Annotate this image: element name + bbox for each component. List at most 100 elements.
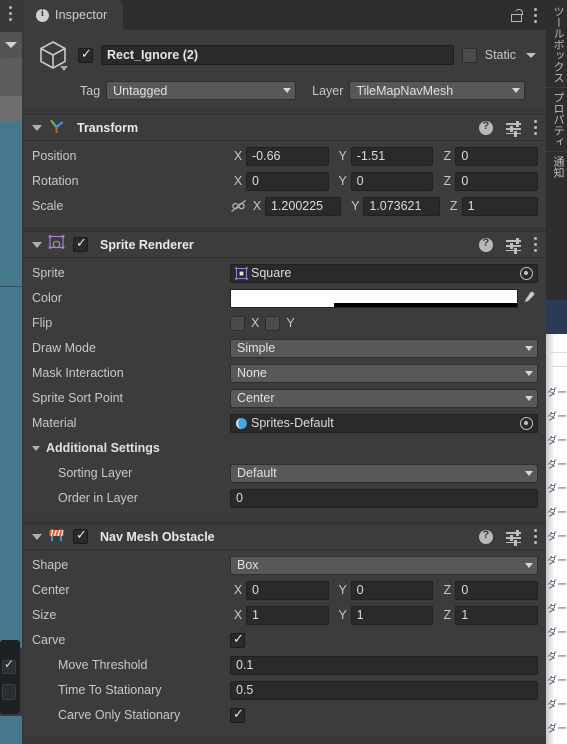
- position-x-input[interactable]: -0.66: [246, 146, 329, 166]
- left-floating-panel[interactable]: [0, 640, 20, 714]
- kebab-menu-icon[interactable]: [534, 237, 538, 252]
- center-z-input[interactable]: 0: [455, 580, 539, 600]
- sorting-layer-dropdown[interactable]: Default: [230, 463, 538, 483]
- tag-layer-row: Tag Untagged Layer TileMapNavMesh: [34, 81, 536, 100]
- component-nav-mesh-obstacle: Nav Mesh Obstacle Shape Box: [24, 523, 546, 736]
- order-in-layer-input[interactable]: 0: [230, 488, 538, 508]
- list-item[interactable]: ダー: [547, 480, 567, 495]
- row-sorting-layer: Sorting Layer Default: [32, 463, 538, 483]
- scene-view-edge[interactable]: [0, 122, 22, 648]
- scale-z-input[interactable]: 1: [461, 196, 538, 216]
- scale-y-input[interactable]: 1.073621: [363, 196, 440, 216]
- list-item[interactable]: ダー: [547, 552, 567, 567]
- list-item[interactable]: ダー: [547, 432, 567, 447]
- move-threshold-input[interactable]: 0.1: [230, 655, 538, 675]
- static-dropdown-caret-icon[interactable]: [526, 52, 536, 58]
- axis-y-label: Y: [338, 583, 347, 597]
- preset-settings-icon[interactable]: [506, 238, 521, 254]
- gameobject-name-input[interactable]: Rect_Ignore (2): [101, 45, 454, 65]
- row-position: Position X -0.66 Y -1.51 Z 0: [32, 146, 539, 166]
- list-item[interactable]: ダー: [547, 456, 567, 471]
- rotation-y-input[interactable]: 0: [350, 171, 434, 191]
- carve-only-stationary-checkbox[interactable]: [230, 706, 245, 723]
- object-picker-icon[interactable]: [520, 416, 533, 430]
- kebab-menu-icon[interactable]: [534, 7, 538, 23]
- list-item[interactable]: ダー: [547, 672, 567, 687]
- position-y-input[interactable]: -1.51: [350, 146, 434, 166]
- shape-dropdown[interactable]: Box: [230, 555, 538, 575]
- foldout-icon[interactable]: [32, 241, 42, 248]
- kebab-menu-icon[interactable]: [534, 120, 538, 135]
- kebab-menu-icon[interactable]: [534, 529, 538, 544]
- foldout-icon[interactable]: [32, 124, 42, 131]
- gameobject-enabled-checkbox[interactable]: [78, 46, 93, 63]
- vtab-properties[interactable]: プロパティ: [546, 87, 567, 151]
- sprite-thumb-icon: [235, 266, 248, 280]
- size-x-input[interactable]: 1: [246, 605, 329, 625]
- sprite-sort-point-dropdown[interactable]: Center: [230, 388, 538, 408]
- component-nav-mesh-obstacle-header[interactable]: Nav Mesh Obstacle: [24, 524, 546, 550]
- right-list-panel[interactable]: ダー ダー ダー ダー ダー ダー ダー ダー ダー ダー ダー ダー ダー ダ…: [546, 334, 567, 744]
- draw-mode-dropdown[interactable]: Simple: [230, 338, 538, 358]
- vtab-toolbox[interactable]: ツールボックス: [546, 2, 567, 87]
- size-y-input[interactable]: 1: [350, 605, 434, 625]
- mask-interaction-dropdown[interactable]: None: [230, 363, 538, 383]
- row-sprite-sort-point: Sprite Sort Point Center: [32, 388, 538, 408]
- right-selected-bar: [546, 300, 567, 334]
- left-dropdown-button[interactable]: [0, 32, 22, 58]
- object-picker-icon[interactable]: [520, 266, 533, 280]
- size-z-input[interactable]: 1: [455, 605, 539, 625]
- preset-settings-icon[interactable]: [506, 530, 521, 546]
- list-item[interactable]: ダー: [547, 696, 567, 711]
- nav-mesh-obstacle-enabled-checkbox[interactable]: [73, 527, 88, 544]
- rotation-x-input[interactable]: 0: [246, 171, 329, 191]
- static-checkbox[interactable]: [461, 47, 477, 63]
- list-item[interactable]: ダー: [547, 576, 567, 591]
- position-z-input[interactable]: 0: [455, 146, 539, 166]
- help-icon[interactable]: [479, 120, 493, 135]
- vtab-notifications[interactable]: 通知: [546, 151, 567, 182]
- component-transform-header[interactable]: Transform: [24, 115, 546, 141]
- lock-open-icon[interactable]: [511, 8, 523, 22]
- component-sprite-renderer-header[interactable]: Sprite Renderer: [24, 232, 546, 258]
- rotation-z-input[interactable]: 0: [455, 171, 539, 191]
- list-item[interactable]: ダー: [547, 408, 567, 423]
- layer-dropdown[interactable]: TileMapNavMesh: [349, 81, 526, 100]
- sprite-renderer-enabled-checkbox[interactable]: [73, 235, 88, 252]
- unlinked-scale-icon[interactable]: [230, 199, 247, 213]
- flip-y-checkbox[interactable]: [265, 315, 281, 331]
- row-center: Center X 0 Y 0 Z 0: [32, 580, 539, 600]
- left-panel-field[interactable]: [2, 684, 16, 700]
- list-item[interactable]: ダー: [547, 600, 567, 615]
- left-kebab-menu-icon[interactable]: [4, 6, 16, 22]
- scene-view-edge-bottom[interactable]: [0, 716, 22, 744]
- center-x-input[interactable]: 0: [246, 580, 329, 600]
- help-icon[interactable]: [479, 237, 493, 252]
- flip-x-label: X: [251, 316, 260, 330]
- list-item[interactable]: ダー: [547, 528, 567, 543]
- preset-settings-icon[interactable]: [506, 121, 521, 137]
- carve-checkbox[interactable]: [230, 631, 245, 648]
- foldout-icon[interactable]: [32, 533, 42, 540]
- tab-inspector[interactable]: Inspector: [24, 0, 124, 30]
- sprite-object-field[interactable]: Square: [230, 263, 538, 283]
- eyedropper-icon[interactable]: [518, 289, 538, 308]
- axis-z-label: Z: [443, 174, 452, 188]
- list-item[interactable]: ダー: [547, 648, 567, 663]
- list-item[interactable]: ダー: [547, 720, 567, 735]
- list-item[interactable]: ダー: [547, 384, 567, 399]
- row-size: Size X 1 Y 1 Z 1: [32, 605, 539, 625]
- material-object-field[interactable]: Sprites-Default: [230, 413, 538, 433]
- additional-settings-foldout[interactable]: Additional Settings: [32, 438, 538, 458]
- tag-dropdown[interactable]: Untagged: [106, 81, 297, 100]
- time-to-stationary-input[interactable]: 0.5: [230, 680, 538, 700]
- list-item[interactable]: ダー: [547, 624, 567, 639]
- chevron-down-icon[interactable]: [60, 66, 68, 71]
- left-panel-checkbox[interactable]: [2, 657, 16, 674]
- scale-x-input[interactable]: 1.200225: [265, 196, 342, 216]
- center-y-input[interactable]: 0: [350, 580, 434, 600]
- flip-x-checkbox[interactable]: [230, 315, 245, 331]
- color-swatch[interactable]: [230, 288, 518, 308]
- list-item[interactable]: ダー: [547, 504, 567, 519]
- help-icon[interactable]: [479, 529, 493, 544]
